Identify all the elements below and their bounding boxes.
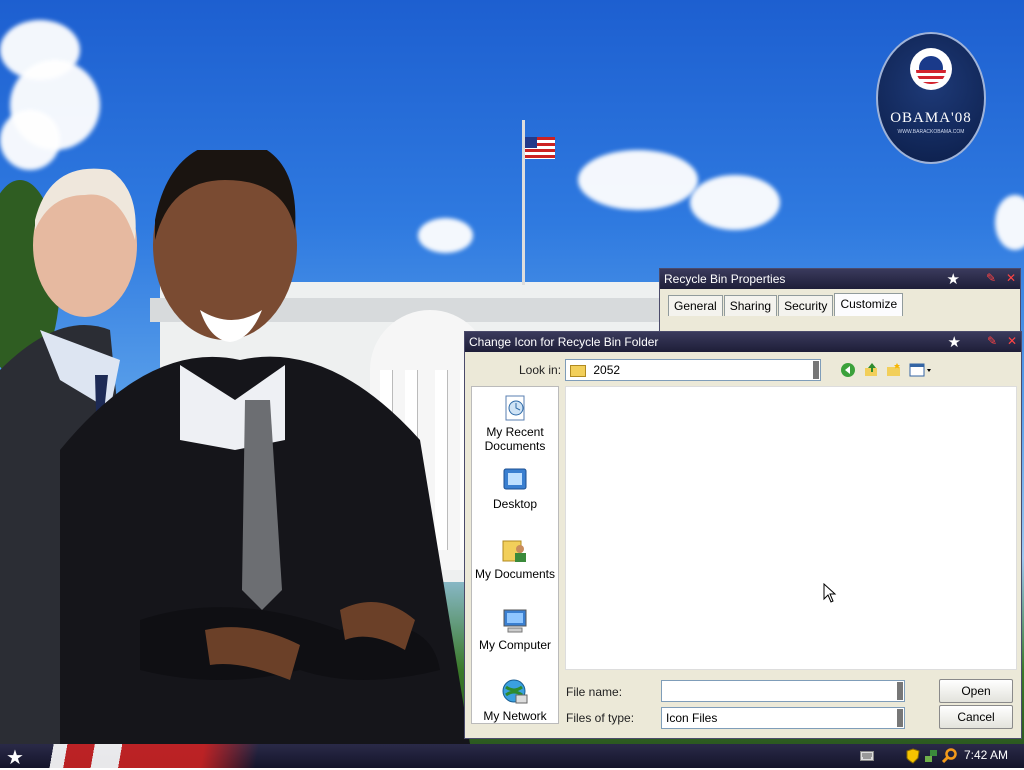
- minimize-icon[interactable]: ✎: [984, 271, 998, 285]
- system-tray: 7:42 AM: [856, 744, 1024, 768]
- dropdown-arrow-icon[interactable]: [897, 682, 903, 700]
- file-name-label: File name:: [566, 685, 623, 699]
- new-folder-icon[interactable]: [886, 362, 902, 378]
- view-menu-icon[interactable]: [909, 362, 933, 378]
- files-of-type-select[interactable]: Icon Files: [661, 707, 905, 729]
- search-icon[interactable]: [942, 748, 958, 764]
- keyboard-icon[interactable]: [860, 751, 874, 761]
- recent-documents-icon: [505, 395, 525, 421]
- rising-sun-logo-icon: [910, 48, 952, 90]
- tab-sharing[interactable]: Sharing: [723, 295, 778, 316]
- window-title: Recycle Bin Properties: [664, 272, 786, 286]
- dropdown-arrow-icon[interactable]: [897, 709, 903, 727]
- look-in-value: 2052: [593, 363, 621, 377]
- logo-url: WWW.BARACKOBAMA.COM: [897, 129, 965, 135]
- dropdown-arrow-icon[interactable]: [813, 361, 819, 379]
- places-bar: My Recent Documents Desktop My Documents…: [471, 386, 559, 724]
- tab-general[interactable]: General: [668, 295, 723, 316]
- files-of-type-value: Icon Files: [666, 711, 718, 725]
- up-folder-icon[interactable]: [863, 362, 879, 378]
- close-icon[interactable]: ✕: [1004, 271, 1018, 285]
- cloud: [995, 195, 1024, 250]
- open-button[interactable]: Open: [939, 679, 1013, 703]
- look-in-combo[interactable]: 2052: [565, 359, 821, 381]
- dialog-title: Change Icon for Recycle Bin Folder: [469, 335, 659, 349]
- star-icon: ★: [946, 271, 960, 288]
- place-label: My Recent Documents: [484, 425, 546, 453]
- candidates-photo: [0, 150, 470, 744]
- place-label: My Documents: [474, 567, 556, 581]
- logo-text: OBAMA'08: [890, 110, 972, 126]
- my-documents-icon: [502, 540, 526, 562]
- clock[interactable]: 7:42 AM: [964, 748, 1008, 762]
- my-computer-icon: [503, 609, 527, 633]
- my-network-icon: [502, 679, 528, 704]
- back-icon[interactable]: [840, 362, 856, 378]
- us-flag-icon: [525, 137, 555, 159]
- cancel-button[interactable]: Cancel: [939, 705, 1013, 729]
- file-name-input[interactable]: [661, 680, 905, 702]
- taskbar: ★ 7:42 AM: [0, 744, 1024, 770]
- close-icon[interactable]: ✕: [1005, 334, 1019, 348]
- mouse-cursor-icon: [823, 583, 837, 603]
- help-icon[interactable]: ✎: [985, 334, 999, 348]
- places-my-network[interactable]: My Network: [472, 677, 558, 723]
- start-button[interactable]: ★: [6, 745, 24, 770]
- folder-icon: [570, 364, 586, 377]
- places-my-computer[interactable]: My Computer: [472, 606, 558, 652]
- file-list-view[interactable]: [565, 386, 1017, 670]
- place-label: My Network: [483, 709, 547, 723]
- network-icon[interactable]: [924, 748, 938, 764]
- place-label: Desktop: [492, 497, 538, 511]
- cloud: [578, 150, 698, 210]
- dialog-titlebar[interactable]: Change Icon for Recycle Bin Folder ★ ✎ ✕: [465, 332, 1021, 352]
- desktop-icon: [503, 468, 527, 490]
- change-icon-dialog: Change Icon for Recycle Bin Folder ★ ✎ ✕…: [464, 331, 1022, 739]
- look-in-label: Look in:: [519, 363, 562, 377]
- tab-security[interactable]: Security: [778, 295, 834, 316]
- places-desktop[interactable]: Desktop: [472, 465, 558, 511]
- flag-stripes-decoration: [40, 744, 310, 768]
- cloud: [690, 175, 780, 230]
- places-my-documents[interactable]: My Documents: [472, 535, 558, 581]
- star-icon: ★: [947, 334, 961, 351]
- properties-tabs: General Sharing Security Customize: [668, 293, 904, 316]
- places-recent-documents[interactable]: My Recent Documents: [472, 393, 558, 453]
- place-label: My Computer: [478, 638, 552, 652]
- tab-customize[interactable]: Customize: [834, 293, 904, 316]
- files-of-type-label: Files of type:: [566, 711, 635, 725]
- window-titlebar[interactable]: Recycle Bin Properties ★ ✎ ✕: [660, 269, 1020, 289]
- security-shield-icon[interactable]: [906, 748, 920, 764]
- obama-08-logo: OBAMA'08 WWW.BARACKOBAMA.COM: [876, 32, 986, 164]
